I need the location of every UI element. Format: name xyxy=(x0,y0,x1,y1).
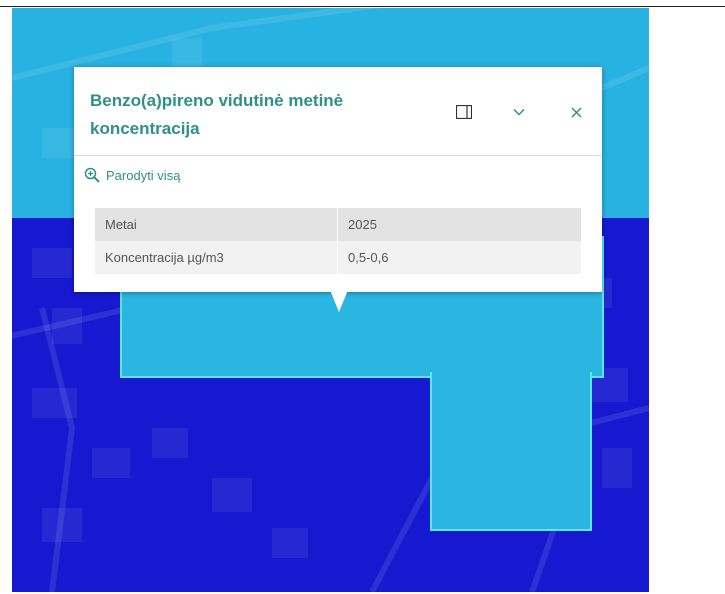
collapse-button[interactable] xyxy=(507,100,531,124)
zoom-to-button[interactable]: Parodyti visą xyxy=(84,165,180,185)
popup-pointer xyxy=(330,290,348,312)
chevron-down-icon xyxy=(513,108,525,116)
zoom-to-label: Parodyti visą xyxy=(106,167,181,183)
close-button[interactable] xyxy=(564,100,588,124)
zoom-in-icon xyxy=(84,167,100,183)
close-icon xyxy=(570,106,582,118)
attribute-value: 2025 xyxy=(337,208,581,241)
selected-polygon-lower[interactable] xyxy=(430,372,592,531)
feature-popup: Benzo(a)pireno vidutinė metinė koncentra… xyxy=(74,67,602,292)
dock-button[interactable] xyxy=(452,100,476,124)
polygon-join-mask xyxy=(432,372,588,376)
attribute-table: Metai 2025 Koncentracija µg/m3 0,5-0,6 xyxy=(95,208,581,274)
top-divider xyxy=(0,6,725,7)
table-row: Metai 2025 xyxy=(95,208,581,241)
attribute-label: Metai xyxy=(95,208,338,241)
attribute-label: Koncentracija µg/m3 xyxy=(95,241,338,274)
dock-panel-icon xyxy=(456,105,472,119)
attribute-value: 0,5-0,6 xyxy=(337,241,581,274)
table-row: Koncentracija µg/m3 0,5-0,6 xyxy=(95,241,581,274)
popup-header-divider xyxy=(74,155,602,156)
popup-title: Benzo(a)pireno vidutinė metinė koncentra… xyxy=(90,91,344,138)
